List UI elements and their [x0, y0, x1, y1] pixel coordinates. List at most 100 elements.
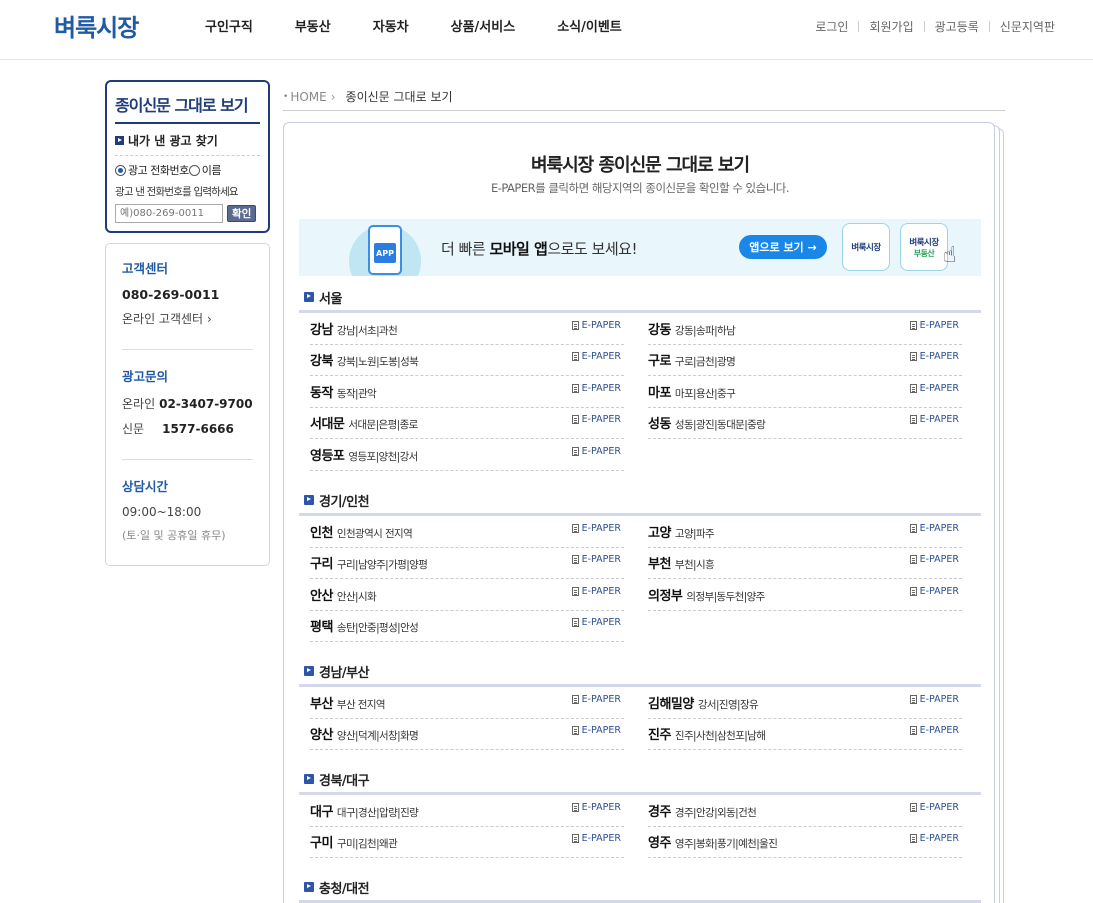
document-icon [571, 726, 579, 736]
epaper-link[interactable]: E-PAPER [909, 694, 959, 705]
epaper-link[interactable]: E-PAPER [571, 523, 621, 534]
region-section: 충청/대전 [299, 879, 981, 903]
divider [988, 21, 990, 32]
document-icon [909, 834, 917, 844]
document-icon [909, 352, 917, 362]
nav-realestate[interactable]: 부동산 [295, 16, 331, 35]
document-icon [571, 694, 579, 704]
confirm-button[interactable]: 확인 [227, 205, 257, 222]
epaper-link[interactable]: E-PAPER [909, 523, 959, 534]
radio-phone-label[interactable]: 광고 전화번호 [128, 162, 189, 178]
epaper-link[interactable]: E-PAPER [909, 586, 959, 597]
area-name: 인천 [310, 525, 333, 541]
region-title: 서울 [319, 291, 342, 307]
area-label: 진주 진주|사천|삼천포|남해 [648, 724, 766, 744]
epaper-link[interactable]: E-PAPER [909, 802, 959, 813]
radio-name-label[interactable]: 이름 [202, 162, 222, 178]
area-item: 인천 인천광역시 전지역 E-PAPER [310, 516, 624, 548]
view-app-button[interactable]: 앱으로 보기 → [739, 235, 827, 259]
area-sub: 서대문|은평|종로 [348, 419, 418, 432]
epaper-link[interactable]: E-PAPER [571, 446, 621, 457]
area-sub: 인천광역시 전지역 [336, 527, 413, 540]
epaper-link[interactable]: E-PAPER [571, 320, 621, 331]
area-sub: 영주|봉화|풍기|예천|울진 [674, 838, 778, 851]
epaper-link[interactable]: E-PAPER [571, 617, 621, 629]
cs-online-link[interactable]: 온라인 고객센터 › [122, 310, 253, 327]
login-link[interactable]: 로그인 [815, 18, 848, 35]
info-box: 고객센터 080-269-0011 온라인 고객센터 › 광고문의 온라인 02-… [105, 243, 270, 566]
breadcrumb-home[interactable]: HOME [290, 90, 326, 104]
area-label: 영주 영주|봉화|풍기|예천|울진 [648, 832, 778, 851]
search-box-title: 종이신문 그대로 보기 [115, 92, 260, 124]
epaper-link[interactable]: E-PAPER [909, 383, 959, 394]
arrow-bullet-icon [304, 495, 314, 505]
epaper-link[interactable]: E-PAPER [909, 833, 959, 844]
area-label: 고양 고양|파주 [648, 522, 715, 541]
epaper-link[interactable]: E-PAPER [909, 351, 959, 362]
epaper-link[interactable]: E-PAPER [571, 801, 621, 813]
area-sub: 구로|금천|광명 [674, 356, 736, 369]
area-item: 성동 성동|광진|동대문|중랑 E-PAPER [648, 408, 962, 439]
arrow-bullet-icon [304, 666, 314, 676]
document-icon [571, 352, 579, 362]
app-card-realestate[interactable]: 벼룩시장 부동산 [900, 223, 948, 271]
area-name: 안산 [310, 588, 333, 604]
site-header: 벼룩시장 구인구직 부동산 자동차 상품/서비스 소식/이벤트 로그인 회원가입… [0, 0, 1093, 60]
site-logo[interactable]: 벼룩시장 [54, 8, 139, 43]
ad-register-link[interactable]: 광고등록 [935, 18, 979, 35]
document-icon [571, 523, 579, 533]
epaper-link[interactable]: E-PAPER [909, 414, 959, 425]
banner-text-pre: 더 빠른 [441, 240, 490, 258]
app-banner: APP 더 빠른 모바일 앱으로도 보세요! 앱으로 보기 → 벼룩시장 벼룩시… [299, 219, 981, 276]
epaper-link[interactable]: E-PAPER [571, 554, 621, 565]
area-label: 김해밀양 강서|진영|장유 [648, 693, 759, 712]
nav-goods[interactable]: 상품/서비스 [451, 16, 516, 35]
area-name: 서대문 [310, 417, 345, 433]
region-heading: 충청/대전 [299, 879, 981, 903]
app-card-flea[interactable]: 벼룩시장 [842, 223, 890, 271]
epaper-link[interactable]: E-PAPER [571, 725, 621, 736]
region-rows: 강남 강남|서초|과천 E-PAPER 강동 강동|송파|하남 E-PAPER 강북 강북|노… [299, 313, 981, 471]
radio-name[interactable] [188, 164, 200, 176]
epaper-label: E-PAPER [581, 585, 621, 597]
area-sub: 진주|사천|삼천포|남해 [674, 730, 766, 743]
area-name: 김해밀양 [648, 696, 694, 712]
epaper-link[interactable]: E-PAPER [571, 585, 621, 597]
document-icon [571, 586, 579, 596]
epaper-link[interactable]: E-PAPER [909, 554, 959, 566]
chevron-right-icon: › [206, 312, 212, 326]
radio-phone[interactable] [115, 164, 126, 176]
document-icon [571, 446, 579, 456]
epaper-link[interactable]: E-PAPER [571, 414, 621, 425]
epaper-link[interactable]: E-PAPER [909, 320, 959, 331]
signup-link[interactable]: 회원가입 [869, 18, 913, 35]
area-name: 동작 [310, 385, 333, 401]
phone-input[interactable] [115, 204, 223, 223]
region-section: 경남/부산 부산 부산 전지역 E-PAPER 김해밀양 강서|진영|장유 E-PAPER 양… [299, 663, 981, 750]
epaper-label: E-PAPER [581, 617, 621, 629]
epaper-link[interactable]: E-PAPER [909, 725, 959, 736]
epaper-label: E-PAPER [919, 554, 959, 566]
area-name: 성동 [648, 417, 671, 433]
nav-jobs[interactable]: 구인구직 [205, 16, 253, 35]
area-label: 인천 인천광역시 전지역 [310, 522, 413, 541]
epaper-link[interactable]: E-PAPER [571, 383, 621, 394]
area-label: 대구 대구|경산|압량|진량 [310, 801, 419, 820]
area-label: 구리 구리|남양주|가평|양평 [310, 553, 428, 572]
ad-title: 광고문의 [122, 369, 169, 384]
area-name: 경주 [648, 804, 671, 820]
paper-region-link[interactable]: 신문지역판 [1000, 18, 1055, 35]
epaper-label: E-PAPER [581, 801, 621, 813]
area-item: 영등포 영등포|양천|강서 E-PAPER [310, 439, 624, 471]
area-label: 강북 강북|노원|도봉|성북 [310, 350, 419, 369]
area-sub: 경주|안강|외동|건천 [674, 806, 757, 819]
epaper-link[interactable]: E-PAPER [571, 351, 621, 362]
epaper-link[interactable]: E-PAPER [571, 694, 621, 705]
area-name: 진주 [648, 728, 671, 744]
app-badge: APP [374, 243, 396, 263]
nav-events[interactable]: 소식/이벤트 [557, 16, 622, 35]
nav-car[interactable]: 자동차 [373, 16, 409, 35]
bullet-dot-icon: • [283, 91, 289, 102]
region-section: 경기/인천 인천 인천광역시 전지역 E-PAPER 고양 고양|파주 E-PAPER 구리 구… [299, 492, 981, 642]
epaper-link[interactable]: E-PAPER [571, 833, 621, 844]
